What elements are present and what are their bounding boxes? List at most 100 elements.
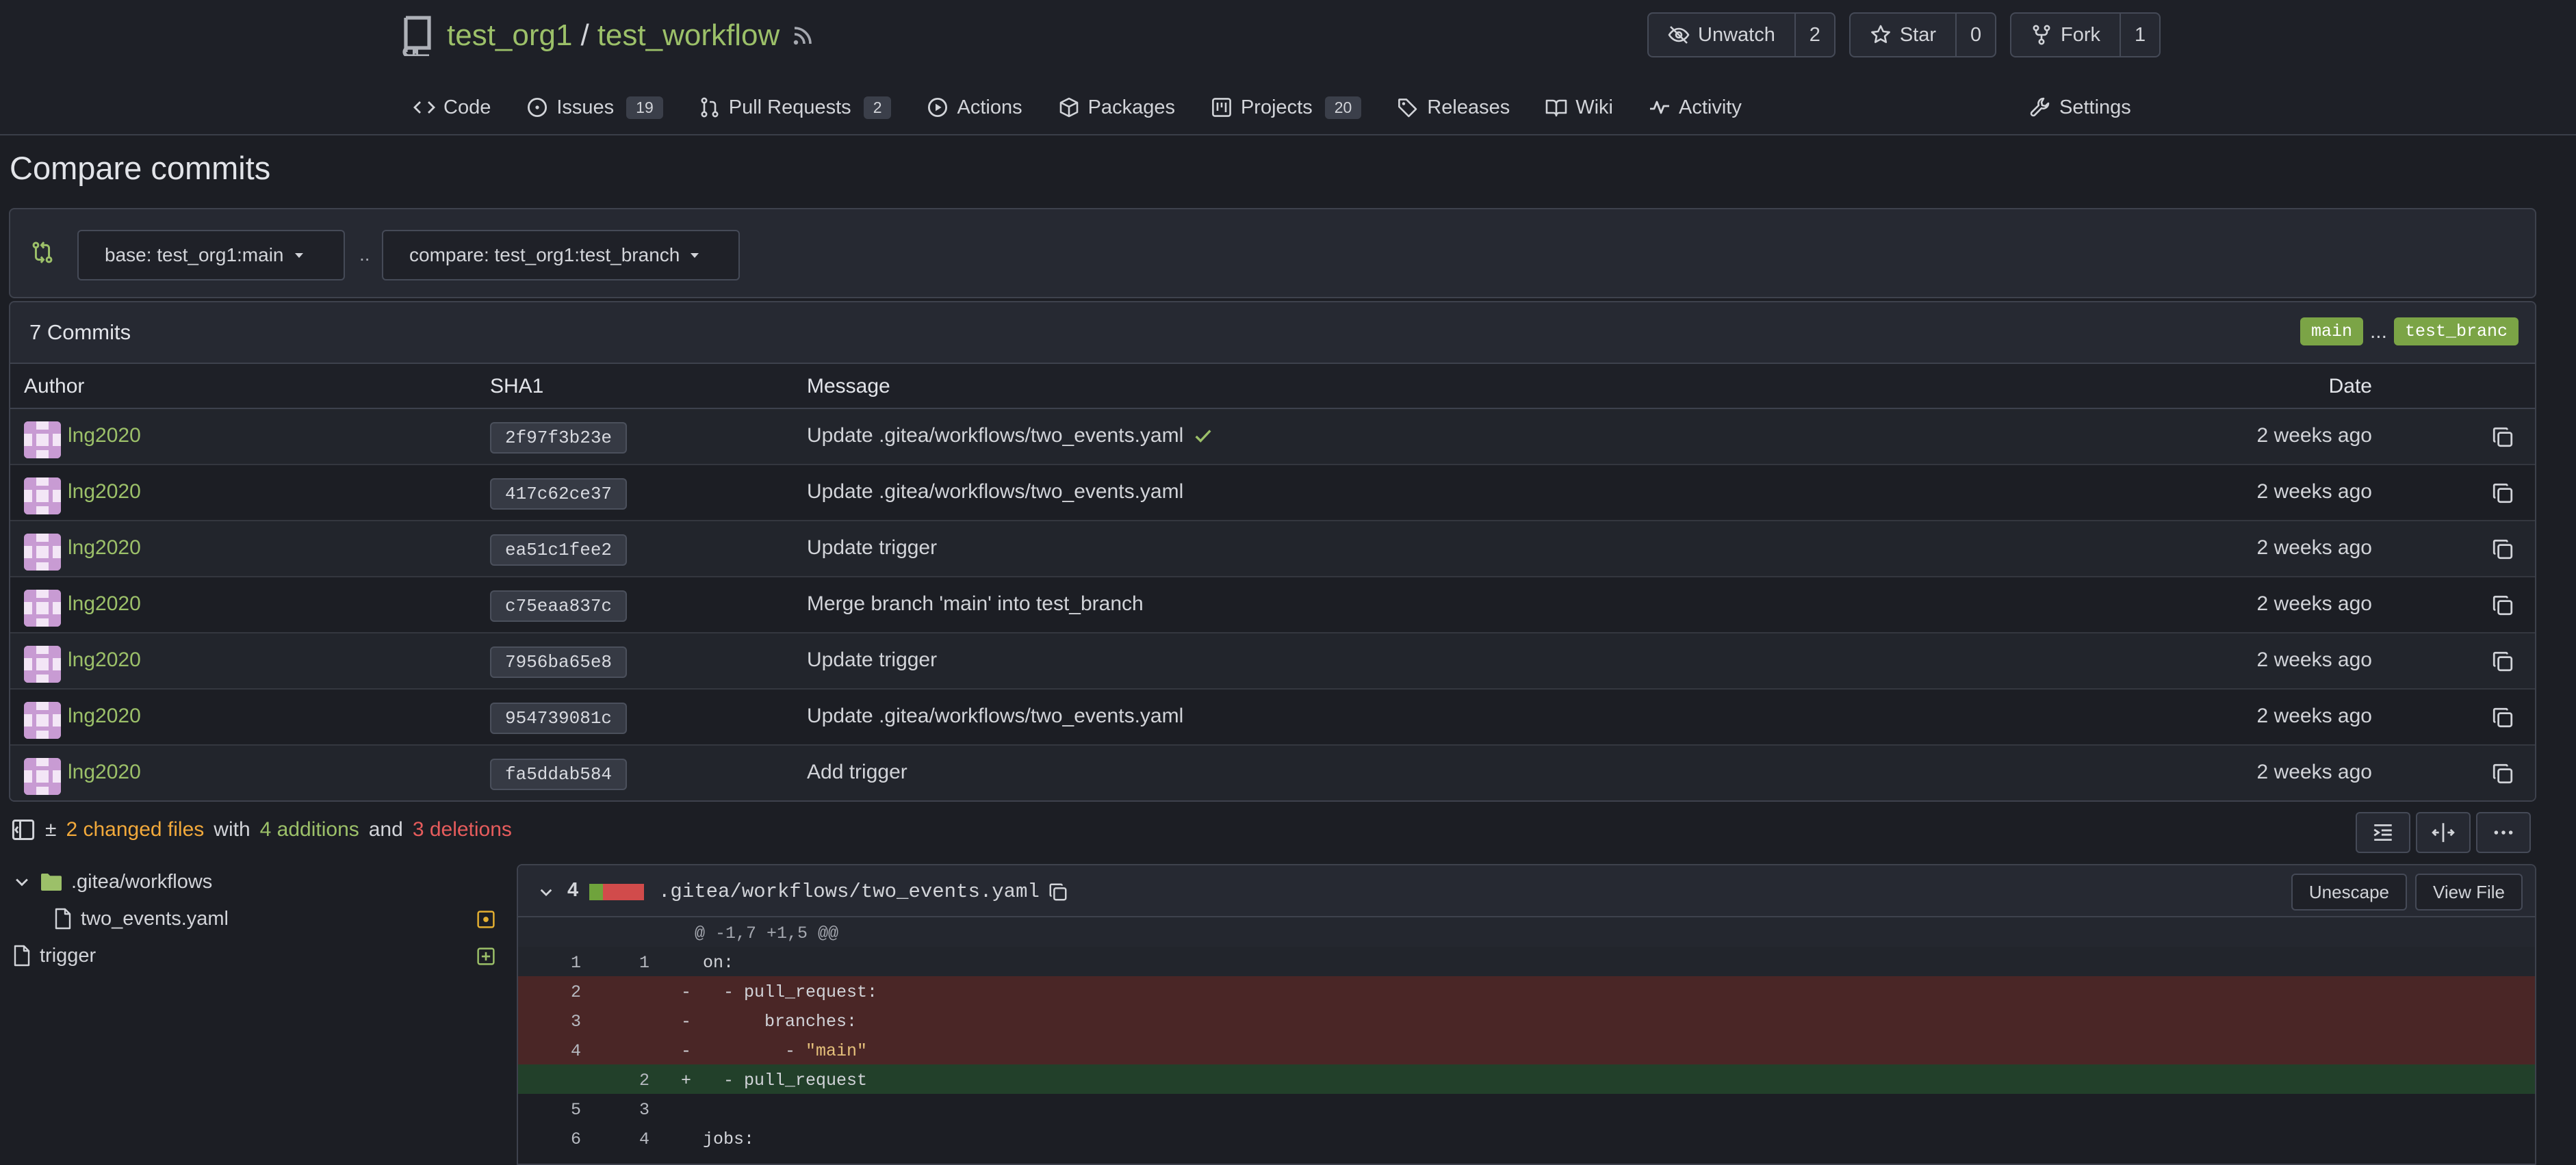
commit-author-link[interactable]: lng2020 [68,649,141,672]
tab-actions[interactable]: Actions [927,96,1022,119]
commit-message-link[interactable]: Update trigger [807,536,937,560]
copy-icon[interactable] [2491,762,2514,785]
eye-slash-icon [1668,24,1690,46]
commit-author-link[interactable]: lng2020 [68,424,141,447]
tab-packages[interactable]: Packages [1058,96,1175,119]
old-line-number[interactable]: 6 [518,1129,581,1149]
avatar[interactable] [24,646,61,683]
commit-sha-button[interactable]: c75eaa837c [490,590,628,622]
repo-actions: Unwatch 2 Star 0 Fork 1 [1647,12,2161,57]
tab-activity[interactable]: Activity [1649,96,1742,119]
tab-wiki-label: Wiki [1575,96,1613,118]
commit-sha-button[interactable]: 954739081c [490,703,628,734]
avatar[interactable] [24,758,61,795]
avatar[interactable] [24,702,61,739]
commit-sha-button[interactable]: 2f97f3b23e [490,422,628,454]
avatar[interactable] [24,421,61,458]
new-line-number[interactable]: 4 [587,1129,649,1149]
old-line-number[interactable]: 5 [518,1100,581,1120]
avatar[interactable] [24,477,61,514]
fork-button[interactable]: Fork [2011,14,2120,56]
diff-line-context: 5 3 [518,1094,2535,1123]
watch-count[interactable]: 2 [1794,14,1834,56]
copy-path-icon[interactable] [1048,882,1068,902]
copy-icon[interactable] [2491,650,2514,673]
commit-message-link[interactable]: Merge branch 'main' into test_branch [807,592,1144,616]
tab-releases[interactable]: Releases [1397,96,1510,119]
new-line-number[interactable]: 1 [587,953,649,973]
changed-files-link[interactable]: 2 changed files [66,818,204,841]
base-branch-dropdown[interactable]: base: test_org1:main [77,230,345,280]
tree-file[interactable]: trigger [12,937,505,974]
tab-issues-label: Issues [556,96,615,118]
more-options-button[interactable] [2476,812,2531,853]
pulls-count-badge: 2 [863,96,892,119]
col-date: Date [2328,375,2372,397]
head-branch-tag[interactable]: test_branc [2393,317,2519,345]
copy-icon[interactable] [2491,538,2514,561]
pulse-icon [1649,96,1671,118]
base-branch-tag[interactable]: main [2300,317,2363,345]
new-line-number[interactable]: 2 [587,1071,649,1090]
rss-icon[interactable] [792,25,814,47]
old-line-number[interactable]: 4 [518,1041,581,1061]
commit-sha-button[interactable]: 7956ba65e8 [490,646,628,678]
commit-message-link[interactable]: Update .gitea/workflows/two_events.yaml [807,705,1183,728]
commit-message-link[interactable]: Add trigger [807,761,907,784]
commit-message-link[interactable]: Update .gitea/workflows/two_events.yaml [807,424,1183,447]
old-line-number[interactable]: 1 [518,953,581,973]
star-button[interactable]: Star [1851,14,1955,56]
commit-author-link[interactable]: lng2020 [68,480,141,503]
tab-wiki[interactable]: Wiki [1545,96,1613,119]
old-line-number[interactable]: 3 [518,1012,581,1032]
commit-sha-button[interactable]: fa5ddab584 [490,759,628,790]
view-file-button[interactable]: View File [2414,874,2523,911]
commit-message: Update trigger [807,536,937,560]
commit-sha-button[interactable]: ea51c1fee2 [490,534,628,566]
tab-settings[interactable]: Settings [2029,89,2131,126]
commit-sha-button[interactable]: 417c62ce37 [490,478,628,510]
unescape-button[interactable]: Unescape [2291,874,2407,911]
chevron-down-icon[interactable] [537,883,555,901]
tab-pull-requests[interactable]: Pull Requests 2 [699,96,892,119]
whitespace-button[interactable] [2356,812,2410,853]
repo-name-link[interactable]: test_workflow [597,18,780,53]
sidebar-toggle-icon[interactable] [11,817,36,842]
repo-owner-link[interactable]: test_org1 [447,18,572,53]
copy-icon[interactable] [2491,594,2514,617]
unwatch-button[interactable]: Unwatch [1649,14,1794,56]
copy-icon[interactable] [2491,482,2514,505]
tree-file[interactable]: two_events.yaml [12,900,505,937]
commit-author-link[interactable]: lng2020 [68,592,141,616]
avatar[interactable] [24,534,61,571]
star-count[interactable]: 0 [1955,14,1995,56]
split-view-button[interactable] [2416,812,2471,853]
chevron-down-icon [12,872,31,891]
tab-code[interactable]: Code [413,96,491,119]
tree-folder[interactable]: .gitea/workflows [12,863,505,900]
caret-down-icon [689,250,700,261]
commit-message-link[interactable]: Update .gitea/workflows/two_events.yaml [807,480,1183,503]
repo-title: test_org1 / test_workflow [399,12,814,59]
kebab-horizontal-icon [2492,821,2515,844]
code-text: jobs: [703,1129,755,1149]
stats-and: and [368,818,403,841]
compare-branch-dropdown[interactable]: compare: test_org1:test_branch [382,230,740,280]
commit-message-link[interactable]: Update trigger [807,649,937,672]
diff-line-context: 6 4 jobs: [518,1123,2535,1153]
avatar[interactable] [24,590,61,627]
diff-toggle-icon[interactable]: ± [45,818,56,841]
commit-message: Update trigger [807,649,937,672]
commit-author-link[interactable]: lng2020 [68,705,141,728]
new-line-number[interactable]: 3 [587,1100,649,1120]
fork-count[interactable]: 1 [2120,14,2159,56]
commit-date: 2 weeks ago [2256,592,2372,615]
old-line-number[interactable]: 2 [518,982,581,1002]
tab-projects[interactable]: Projects 20 [1211,96,1362,119]
copy-icon[interactable] [2491,426,2514,449]
commit-author-link[interactable]: lng2020 [68,536,141,560]
check-icon[interactable] [1193,426,1213,446]
commit-author-link[interactable]: lng2020 [68,761,141,784]
tab-issues[interactable]: Issues 19 [526,96,663,119]
copy-icon[interactable] [2491,706,2514,729]
